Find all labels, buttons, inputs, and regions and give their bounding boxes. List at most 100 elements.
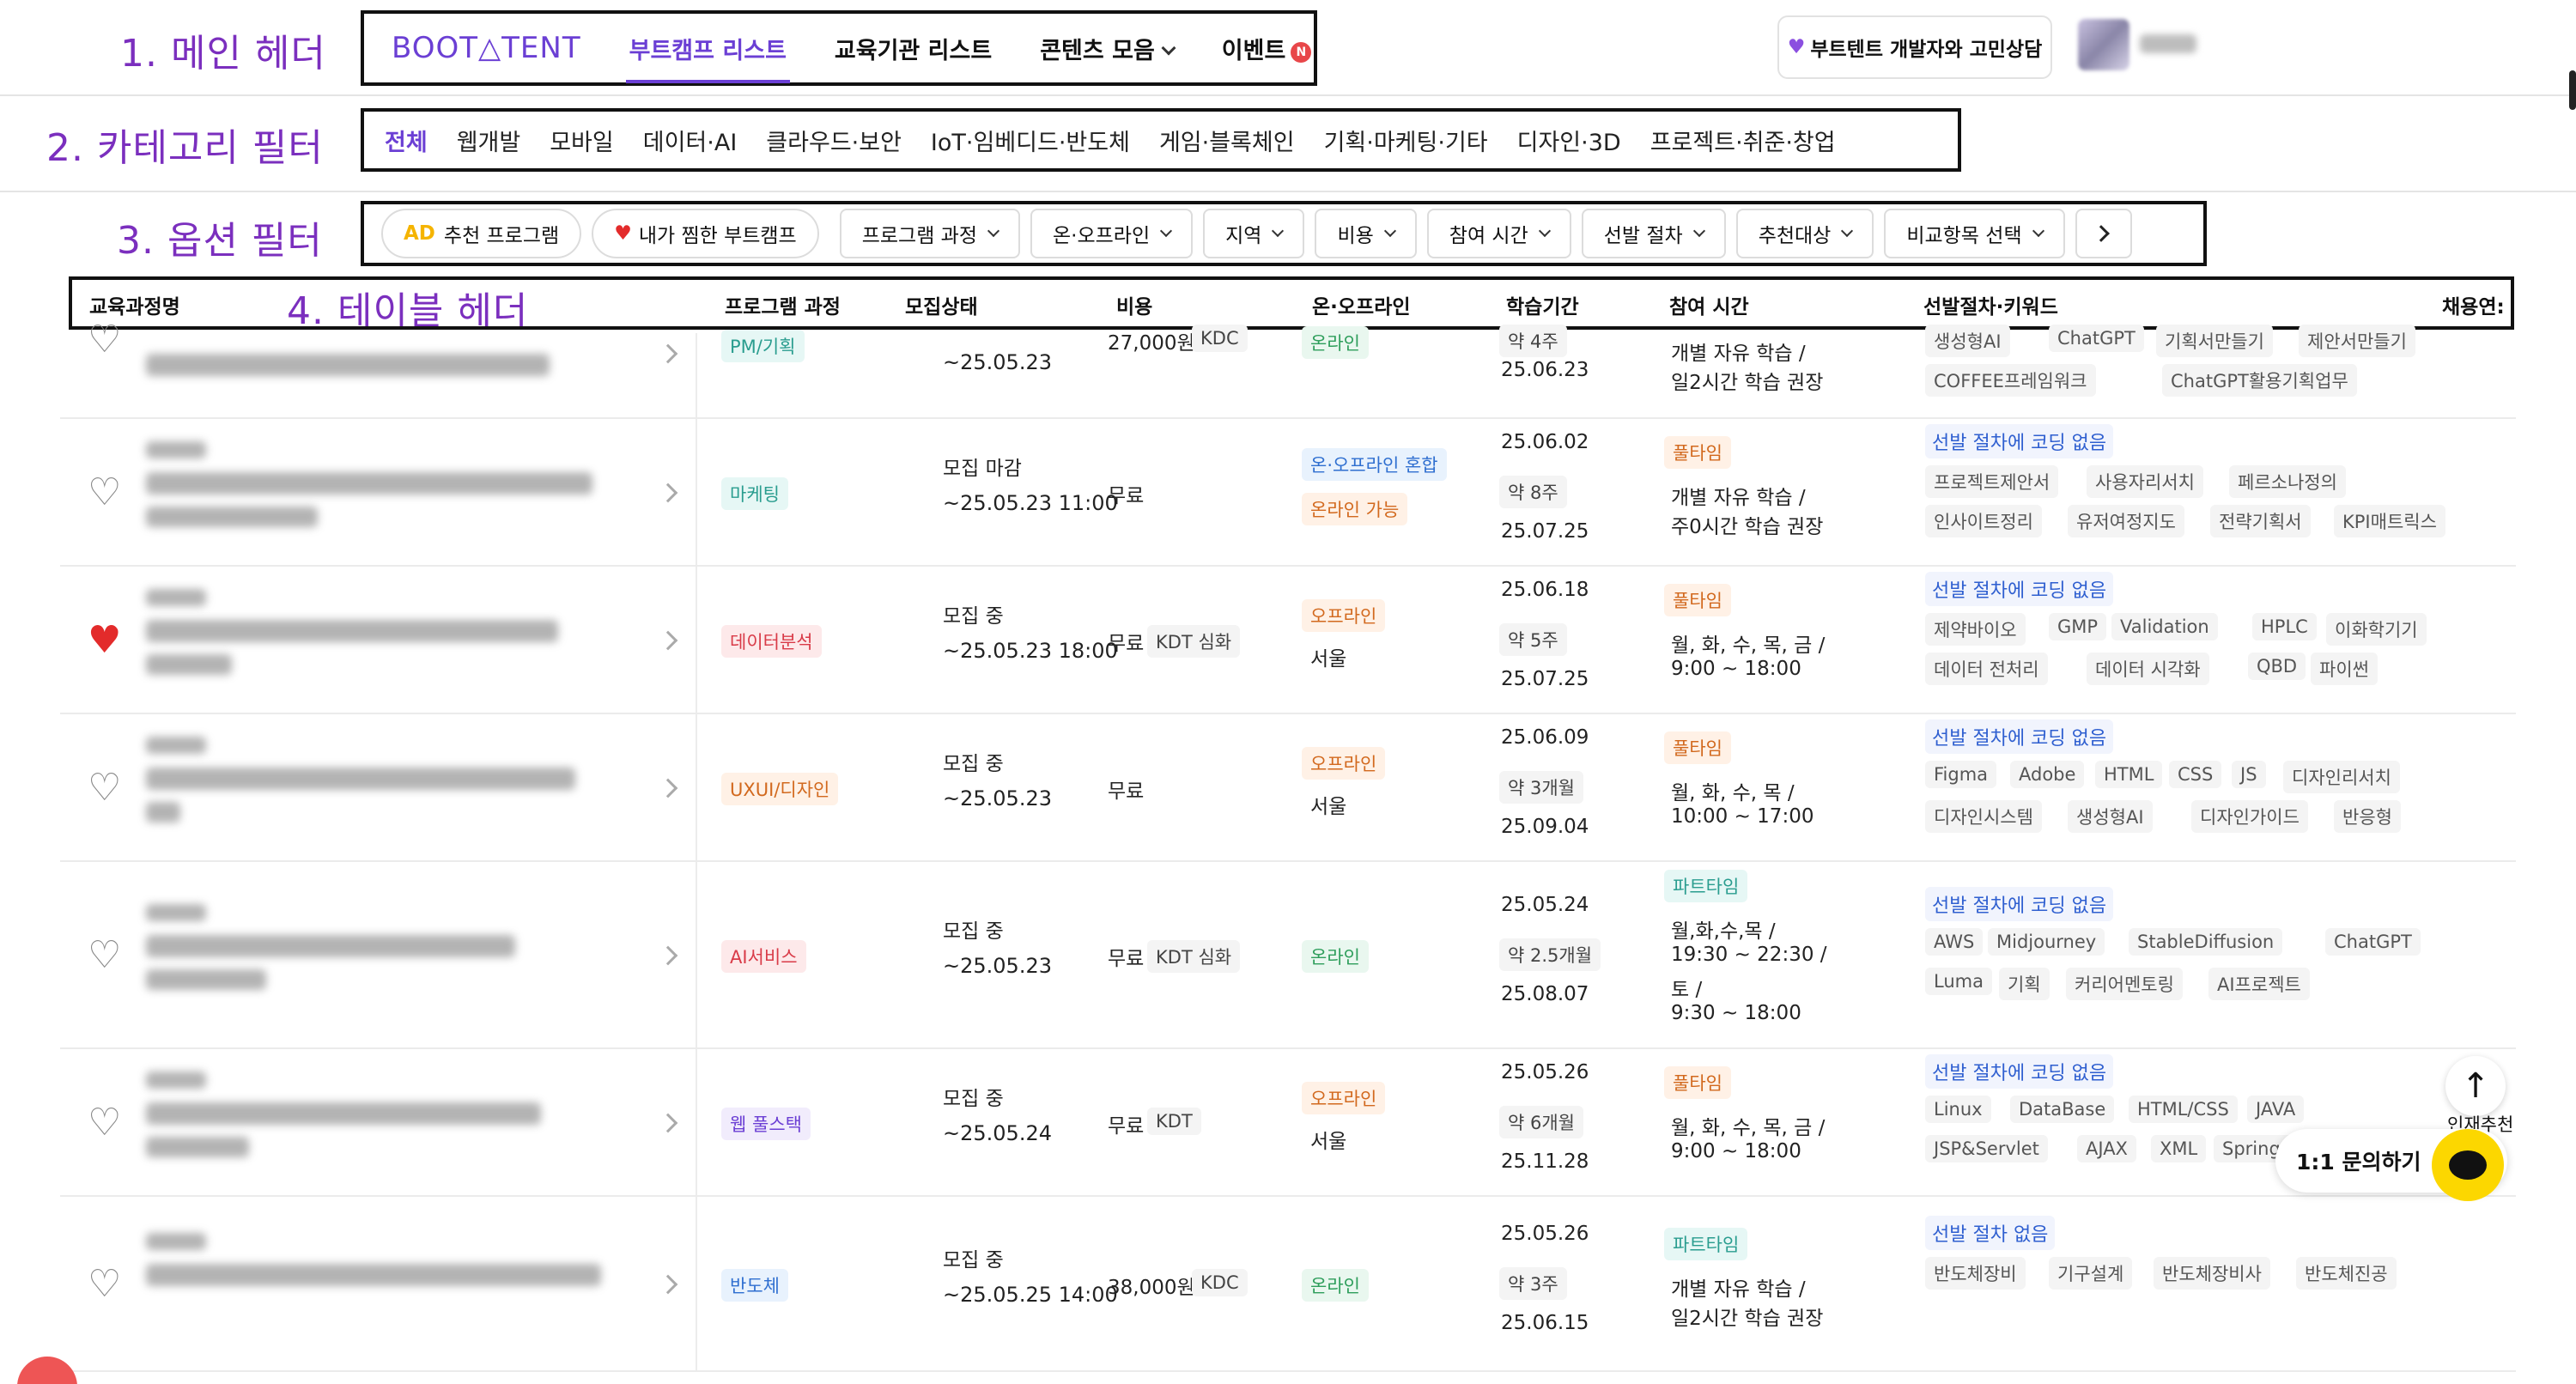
- nav-institution-list[interactable]: 교육기관 리스트: [835, 32, 992, 65]
- col-selection[interactable]: 선발절차·키워드: [1923, 290, 2058, 319]
- chevron-right-icon[interactable]: [658, 630, 678, 651]
- filter-dropdown[interactable]: 온·오프라인: [1030, 209, 1194, 258]
- col-duration[interactable]: 학습기간: [1506, 290, 1579, 319]
- main-nav: BOOT△TENT 부트캠프 리스트 교육기관 리스트 콘텐츠 모음 이벤트 N: [361, 10, 1317, 86]
- chevron-right-icon[interactable]: [658, 483, 678, 503]
- keyword-tag: 유저여정지도: [2068, 505, 2184, 537]
- favorites-chip[interactable]: ♥ 내가 찜한 부트캠프: [592, 209, 819, 258]
- chevron-right-icon[interactable]: [658, 1274, 678, 1295]
- heart-outline-icon[interactable]: ♡: [88, 1266, 121, 1303]
- table-row[interactable]: ♡ 마케팅 모집 마감 ~25.05.23 11:00 무료 온·오프라인 혼합 온라인 가…: [60, 419, 2516, 567]
- logo[interactable]: BOOT△TENT: [392, 31, 581, 65]
- deadline-text: ~25.05.23: [943, 786, 1052, 810]
- filter-dropdown[interactable]: 추천대상: [1735, 209, 1874, 258]
- col-cost[interactable]: 비용: [1116, 290, 1152, 319]
- course-title[interactable]: [146, 620, 558, 642]
- recommended-program-chip[interactable]: AD 추천 프로그램: [381, 209, 582, 258]
- heart-outline-icon[interactable]: ♡: [88, 769, 121, 807]
- scrollbar[interactable]: [2569, 70, 2576, 110]
- table-row[interactable]: ♡ UXUI/디자인 모집 중 ~25.05.23 무료 오프라인 서울 25.06.09 약 …: [60, 714, 2516, 862]
- nav-content-collection[interactable]: 콘텐츠 모음: [1040, 32, 1176, 65]
- consult-button[interactable]: ♥ 부트텐트 개발자와 고민상담: [1777, 15, 2052, 79]
- deadline-text: ~25.05.23 18:00: [943, 639, 1118, 663]
- course-institution: [146, 441, 206, 458]
- category-tab[interactable]: 디자인·3D: [1517, 124, 1621, 157]
- keyword-tag: 반도체장비: [1925, 1257, 2026, 1290]
- filter-dropdown-label: 프로그램 과정: [861, 225, 977, 247]
- filter-dropdown-label: 비용: [1337, 225, 1374, 247]
- keyword-tag: 데이터 전처리: [1925, 653, 2048, 685]
- duration-tag: 약 6개월: [1499, 1106, 1583, 1138]
- option-next-button[interactable]: [2075, 209, 2132, 258]
- col-hiring[interactable]: 채용연:: [2442, 290, 2505, 319]
- filter-dropdown[interactable]: 지역: [1203, 209, 1305, 258]
- filter-dropdown[interactable]: 선발 절차: [1581, 209, 1726, 258]
- table-row[interactable]: ♡ 반도체 모집 중 ~25.05.25 14:00 38,000원 KDC 온라인 25.0…: [60, 1197, 2516, 1372]
- category-tab[interactable]: IoT·임베디드·반도체: [931, 124, 1130, 157]
- category-tab[interactable]: 프로젝트·취준·창업: [1650, 124, 1836, 157]
- location-tag: 오프라인: [1302, 1082, 1386, 1114]
- deadline-text: ~25.05.23: [943, 954, 1052, 978]
- keyword-tag: 데이터 시각화: [2087, 653, 2209, 685]
- chat-bubble-icon[interactable]: [2432, 1129, 2504, 1201]
- course-title[interactable]: [146, 1102, 541, 1125]
- selection-tag: 선발 절차에 코딩 없음: [1925, 719, 2114, 754]
- time-type-tag: 풀타임: [1664, 584, 1731, 616]
- course-title[interactable]: [146, 935, 515, 957]
- start-date: 25.06.02: [1501, 431, 1589, 453]
- category-tab[interactable]: 클라우드·보안: [766, 124, 902, 157]
- course-title[interactable]: [146, 1264, 601, 1286]
- col-location[interactable]: 온·오프라인: [1312, 290, 1411, 319]
- filter-dropdown[interactable]: 참여 시간: [1426, 209, 1571, 258]
- table-header: 교육과정명 프로그램 과정 모집상태 비용 온·오프라인 학습기간 참여 시간 …: [72, 278, 2514, 328]
- table-row[interactable]: ♡ PM/기획 ~25.05.23 27,000원 KDC 온라인 약 4주 25.06.23…: [60, 321, 2516, 419]
- category-tab[interactable]: 기획·마케팅·기타: [1324, 124, 1488, 157]
- avatar[interactable]: [2078, 19, 2129, 70]
- location-text: 서울: [1310, 796, 1347, 818]
- category-tab[interactable]: 게임·블록체인: [1159, 124, 1295, 157]
- scroll-top-button[interactable]: ↑: [2445, 1056, 2506, 1116]
- chevron-right-icon[interactable]: [658, 343, 678, 364]
- filter-dropdown-label: 참여 시간: [1449, 225, 1528, 247]
- course-title[interactable]: [146, 354, 550, 376]
- chevron-right-icon[interactable]: [658, 945, 678, 966]
- keyword-tag: 파이썬: [2311, 653, 2378, 685]
- heart-filled-icon[interactable]: ♥: [88, 622, 121, 659]
- table-row[interactable]: ♡ AI서비스 모집 중 ~25.05.23 무료 KDT 심화 온라인 25.05.24 약 …: [60, 862, 2516, 1049]
- cost-text: 38,000원: [1108, 1277, 1195, 1299]
- course-title[interactable]: [146, 768, 575, 790]
- filter-dropdown[interactable]: 프로그램 과정: [839, 209, 1020, 258]
- nav-bootcamp-list[interactable]: 부트캠프 리스트: [625, 32, 791, 83]
- col-status[interactable]: 모집상태: [905, 290, 978, 319]
- duration-tag: 약 8주: [1499, 476, 1567, 508]
- cost-text: 무료: [1108, 948, 1145, 970]
- heart-outline-icon[interactable]: ♡: [88, 474, 121, 512]
- location-tag: 온라인: [1302, 940, 1369, 973]
- time-type-tag: 풀타임: [1664, 436, 1731, 469]
- keyword-tag: 사용자리서치: [2087, 465, 2203, 498]
- course-title[interactable]: [146, 472, 592, 495]
- chevron-right-icon[interactable]: [658, 1113, 678, 1133]
- category-tab[interactable]: 웹개발: [457, 124, 521, 157]
- selection-tag: 선발 절차에 코딩 없음: [1925, 887, 2114, 921]
- col-program[interactable]: 프로그램 과정: [725, 290, 841, 319]
- chevron-right-icon[interactable]: [658, 778, 678, 798]
- heart-outline-icon[interactable]: ♡: [88, 1104, 121, 1142]
- filter-dropdown[interactable]: 비교항목 선택: [1884, 209, 2065, 258]
- keyword-tag: 커리어멘토링: [2066, 968, 2183, 1000]
- table-row[interactable]: ♡ 웹 풀스택 모집 중 ~25.05.24 무료 KDT 오프라인 서울 25.05.26 약 …: [60, 1049, 2516, 1197]
- heart-outline-icon[interactable]: ♡: [88, 937, 121, 974]
- category-tab[interactable]: 데이터·AI: [643, 124, 738, 157]
- keyword-tag: ChatGPT활용기획업무: [2162, 364, 2357, 397]
- category-tab[interactable]: 전체: [385, 124, 428, 157]
- heart-outline-icon[interactable]: ♡: [88, 321, 121, 359]
- table-row[interactable]: ♥ 데이터분석 모집 중 ~25.05.23 18:00 무료 KDT 심화 오프라인 서울 2…: [60, 567, 2516, 714]
- course-title-line2: [146, 654, 232, 675]
- col-time[interactable]: 참여 시간: [1669, 290, 1749, 319]
- filter-dropdown-label: 온·오프라인: [1053, 225, 1151, 247]
- filter-dropdown[interactable]: 비용: [1315, 209, 1417, 258]
- col-course-name[interactable]: 교육과정명: [89, 290, 180, 319]
- nav-event[interactable]: 이벤트 N: [1222, 32, 1312, 65]
- category-tab[interactable]: 모바일: [550, 124, 614, 157]
- status-text: 모집 중: [943, 753, 1004, 775]
